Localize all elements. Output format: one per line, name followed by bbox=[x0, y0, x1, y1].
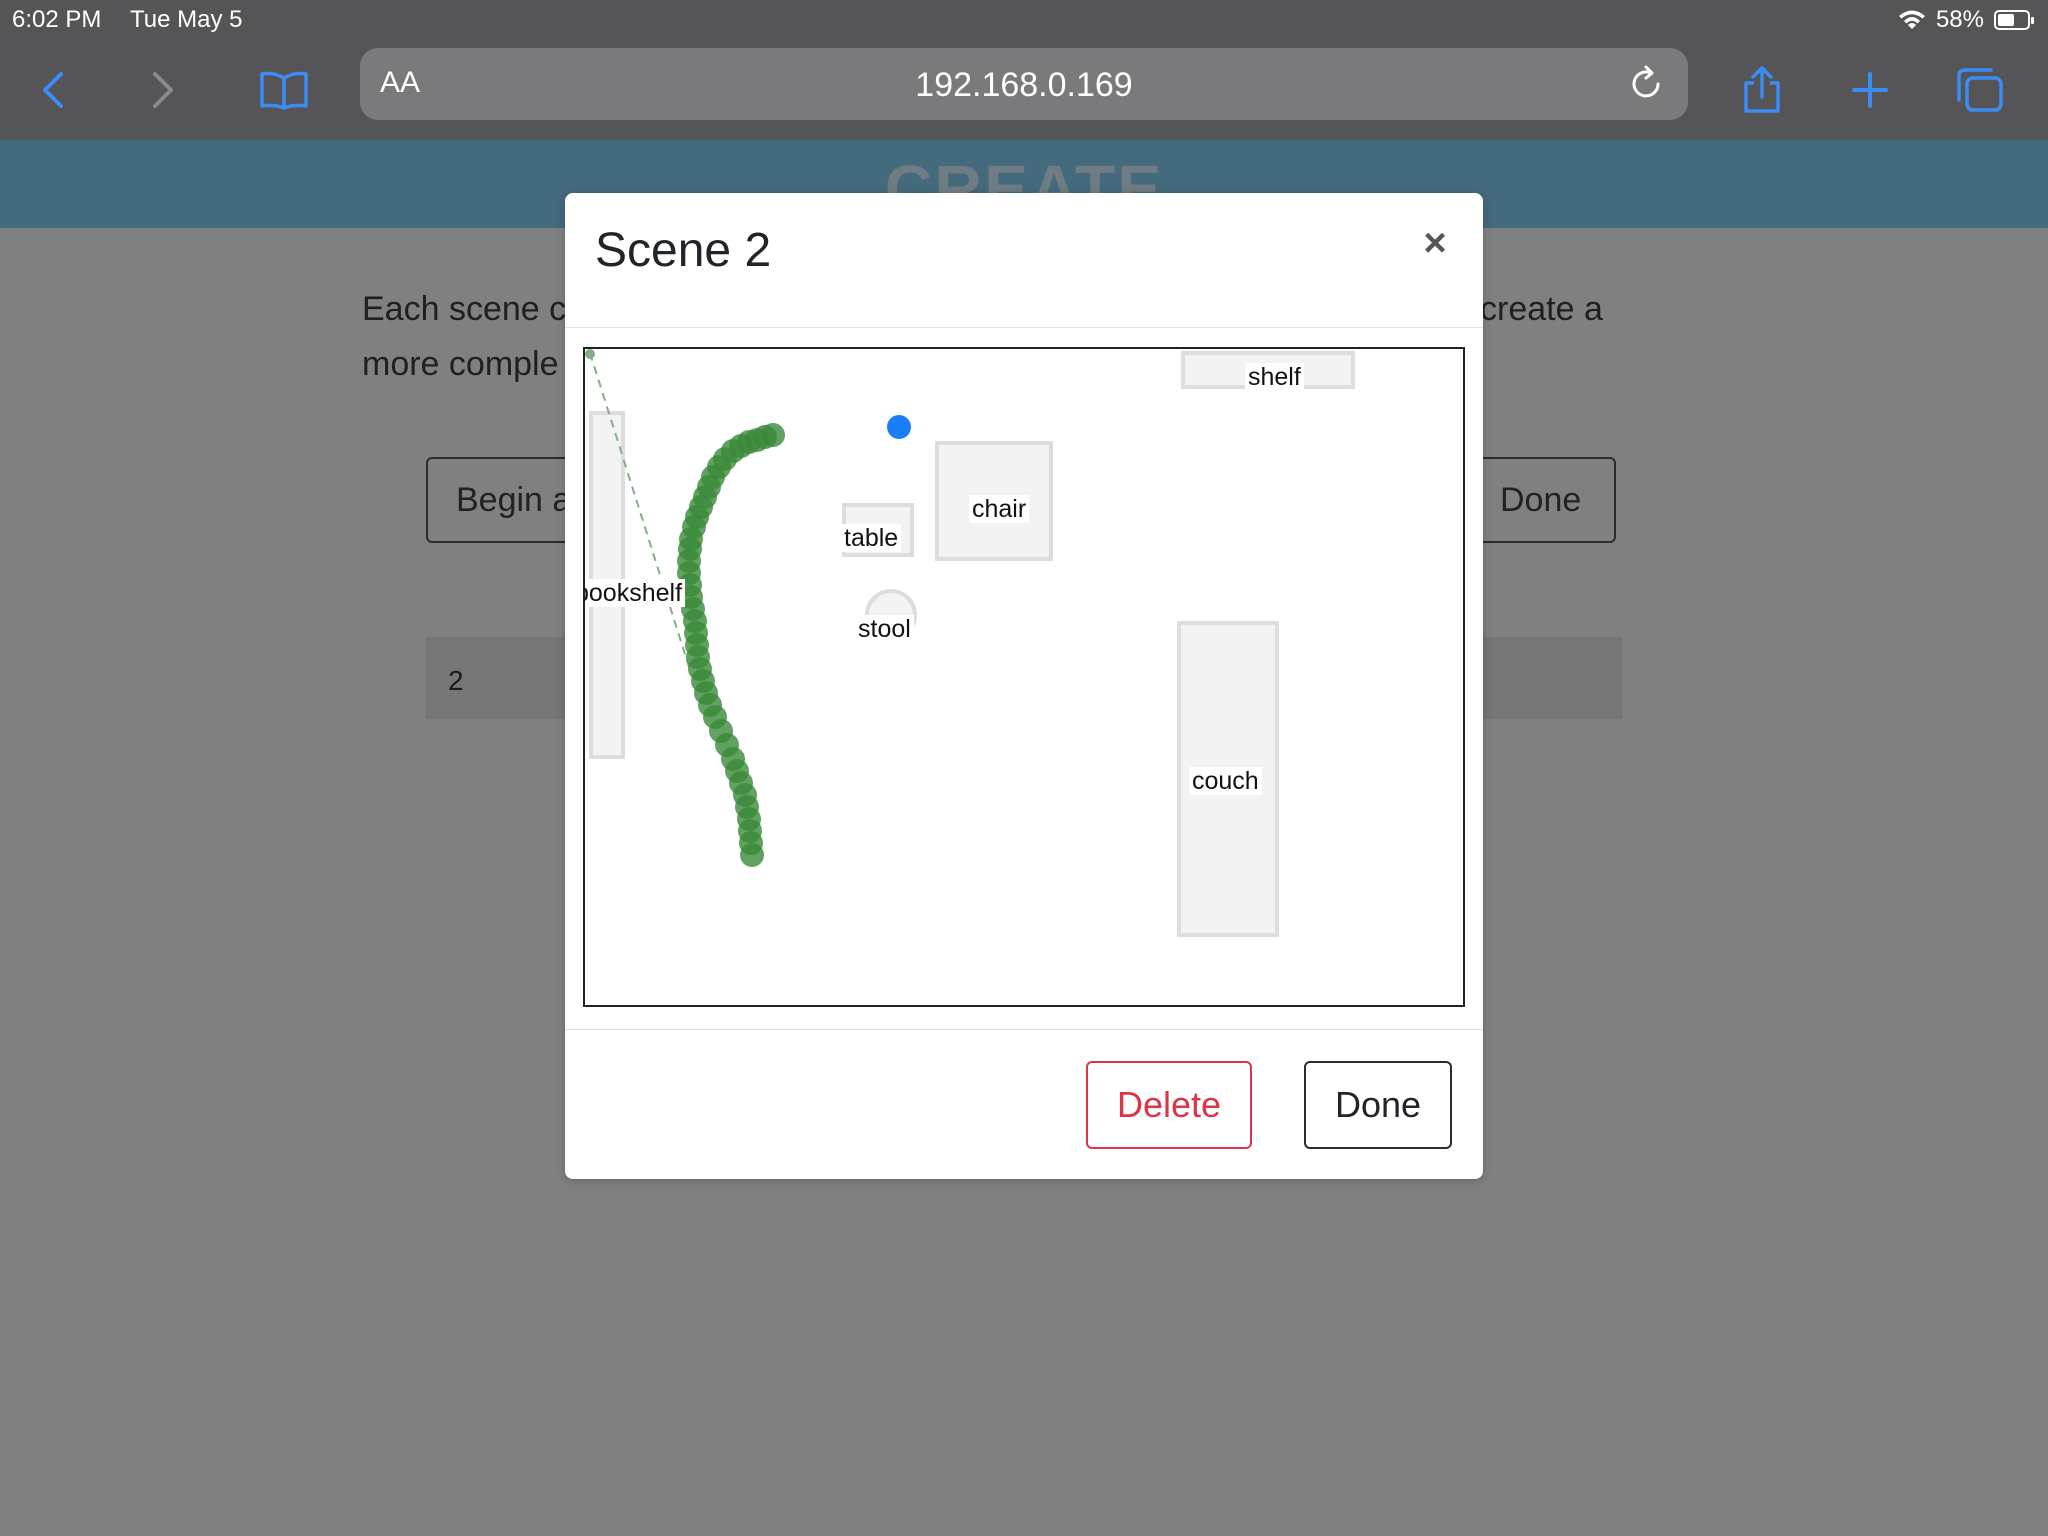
forward-icon[interactable] bbox=[134, 62, 190, 118]
path-origin-dot bbox=[585, 349, 595, 359]
close-icon[interactable]: × bbox=[1415, 223, 1455, 263]
modal-divider-bottom bbox=[565, 1029, 1483, 1030]
intro-line2-start: more comple bbox=[362, 345, 559, 383]
reload-icon[interactable] bbox=[1624, 62, 1668, 106]
new-tab-icon[interactable] bbox=[1842, 62, 1898, 118]
scene-canvas[interactable]: shelf chair table bookshelf stool couch bbox=[583, 347, 1465, 1007]
label-couch: couch bbox=[1189, 767, 1262, 795]
label-stool: stool bbox=[855, 615, 914, 643]
scene-row-value: 2 bbox=[448, 665, 464, 696]
label-bookshelf: bookshelf bbox=[585, 579, 686, 607]
delete-button[interactable]: Delete bbox=[1086, 1061, 1252, 1149]
done-button[interactable]: Done bbox=[1304, 1061, 1452, 1149]
share-icon[interactable] bbox=[1734, 62, 1790, 118]
status-bar: 6:02 PM Tue May 5 58% bbox=[0, 0, 2048, 40]
intro-line1-start: Each scene c bbox=[362, 290, 567, 328]
status-right: 58% bbox=[1898, 6, 2034, 34]
tabs-icon[interactable] bbox=[1952, 62, 2008, 118]
battery-icon bbox=[1994, 10, 2034, 30]
url-text[interactable]: 192.168.0.169 bbox=[360, 66, 1688, 105]
bookmarks-icon[interactable] bbox=[256, 62, 312, 118]
path-dot bbox=[740, 843, 764, 867]
status-date: Tue May 5 bbox=[130, 6, 243, 33]
modal-divider-top bbox=[565, 327, 1483, 328]
label-table: table bbox=[841, 524, 902, 552]
modal-title: Scene 2 bbox=[595, 224, 772, 277]
scene-modal: Scene 2 × shelf chair table bookshelf st… bbox=[565, 193, 1483, 1179]
wifi-icon bbox=[1898, 10, 1925, 29]
intro-line1-end: create a bbox=[1480, 290, 1603, 328]
browser-toolbar: AA 192.168.0.169 bbox=[0, 40, 2048, 140]
back-icon[interactable] bbox=[26, 62, 82, 118]
label-shelf: shelf bbox=[1245, 363, 1304, 391]
address-bar[interactable]: AA 192.168.0.169 bbox=[360, 48, 1688, 120]
battery-fill bbox=[1998, 14, 2015, 26]
path-dots bbox=[677, 423, 785, 867]
label-chair: chair bbox=[969, 495, 1030, 523]
position-marker bbox=[887, 415, 911, 439]
scene-drawing bbox=[585, 349, 1355, 937]
status-time: 6:02 PM bbox=[12, 6, 102, 33]
battery-percent: 58% bbox=[1935, 6, 1984, 33]
